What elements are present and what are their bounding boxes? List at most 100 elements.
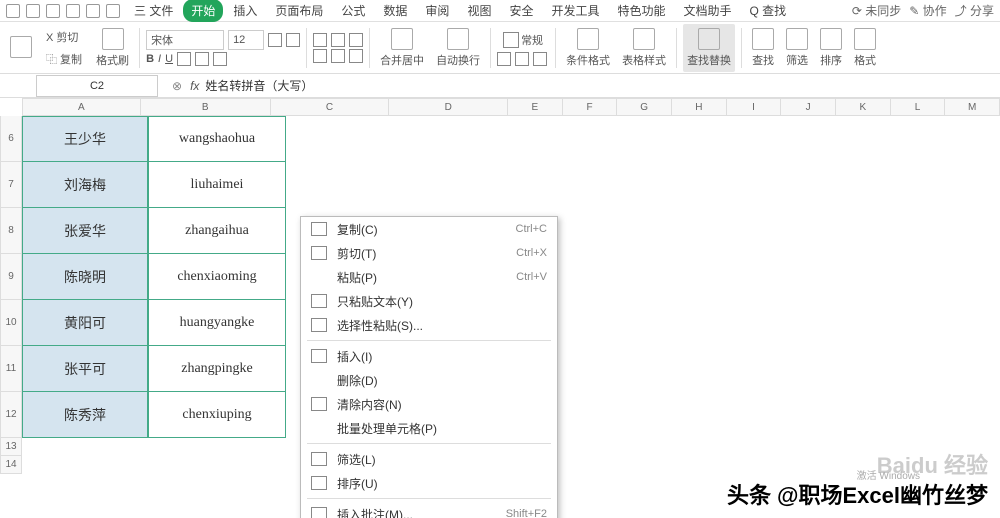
wrap-label[interactable]: 自动换行 (436, 52, 480, 68)
cell-pinyin[interactable]: zhangpingke (148, 346, 286, 392)
ctx-item[interactable]: 剪切(T)Ctrl+X (301, 241, 557, 265)
cell-pinyin[interactable]: chenxiaoming (148, 254, 286, 300)
bold-button[interactable]: B (146, 53, 154, 65)
percent-icon[interactable] (515, 52, 529, 66)
ctx-item[interactable]: 插入(I) (301, 344, 557, 368)
merge-icon[interactable] (391, 28, 413, 50)
row-header[interactable]: 10 (0, 300, 22, 346)
cut-button[interactable]: X 剪切 (40, 27, 88, 47)
filter-label[interactable]: 筛选 (786, 52, 808, 68)
align-bot-icon[interactable] (349, 33, 363, 47)
fx-icon[interactable]: fx (190, 79, 199, 93)
col-header[interactable]: I (727, 98, 782, 116)
menu-review[interactable]: 审阅 (417, 0, 457, 22)
col-header[interactable]: L (891, 98, 946, 116)
cell-name[interactable]: 张爱华 (22, 208, 148, 254)
numfmt-icon[interactable] (503, 32, 519, 48)
paste-icon[interactable] (10, 36, 32, 58)
qa-icon[interactable] (26, 4, 40, 18)
align-center-icon[interactable] (331, 49, 345, 63)
cell-name[interactable]: 张平可 (22, 346, 148, 392)
col-header[interactable]: C (271, 98, 390, 116)
ctx-item[interactable]: 粘贴(P)Ctrl+V (301, 265, 557, 289)
find-replace-icon[interactable] (698, 28, 720, 50)
ctx-item[interactable]: 筛选(L) (301, 447, 557, 471)
col-header[interactable]: K (836, 98, 891, 116)
italic-button[interactable]: I (158, 53, 161, 65)
data-cells[interactable]: 王少华wangshaohua刘海梅liuhaimei张爱华zhangaihua陈… (22, 116, 286, 438)
ctx-item[interactable]: 清除内容(N) (301, 392, 557, 416)
menu-dochelper[interactable]: 文档助手 (676, 0, 740, 22)
underline-button[interactable]: U (165, 53, 173, 65)
cell-pinyin[interactable]: liuhaimei (148, 162, 286, 208)
format-label[interactable]: 格式 (854, 52, 876, 68)
ctx-item[interactable]: 删除(D) (301, 368, 557, 392)
col-header[interactable]: D (389, 98, 508, 116)
row-header[interactable]: 9 (0, 254, 22, 300)
cell-name[interactable]: 陈晓明 (22, 254, 148, 300)
share-button[interactable]: ⤴ 分享 (955, 2, 994, 19)
col-header[interactable]: G (617, 98, 672, 116)
merge-label[interactable]: 合并居中 (380, 52, 424, 68)
comma-icon[interactable] (533, 52, 547, 66)
numfmt-label[interactable]: 常规 (521, 32, 543, 48)
name-box[interactable]: C2 (36, 75, 158, 97)
qa-icon[interactable] (6, 4, 20, 18)
table-style-icon[interactable] (633, 28, 655, 50)
menu-features[interactable]: 特色功能 (609, 0, 673, 22)
filter-icon[interactable] (786, 28, 808, 50)
cond-fmt-icon[interactable] (577, 28, 599, 50)
ctx-item[interactable]: 插入批注(M)...Shift+F2 (301, 502, 557, 518)
format-painter-icon[interactable] (102, 28, 124, 50)
row-header[interactable]: 7 (0, 162, 22, 208)
ctx-item[interactable]: 选择性粘贴(S)... (301, 313, 557, 337)
font-size-select[interactable]: 12 (228, 30, 264, 50)
row-header[interactable]: 13 (0, 438, 22, 456)
currency-icon[interactable] (497, 52, 511, 66)
col-header[interactable]: M (945, 98, 1000, 116)
menu-page-layout[interactable]: 页面布局 (267, 0, 331, 22)
menu-devtools[interactable]: 开发工具 (543, 0, 607, 22)
cell-name[interactable]: 刘海梅 (22, 162, 148, 208)
sum-icon[interactable] (752, 28, 774, 50)
qa-icon[interactable] (66, 4, 80, 18)
align-mid-icon[interactable] (331, 33, 345, 47)
row-header[interactable]: 14 (0, 456, 22, 474)
cell-pinyin[interactable]: chenxiuping (148, 392, 286, 438)
cell-name[interactable]: 黄阳可 (22, 300, 148, 346)
col-header[interactable]: B (141, 98, 271, 116)
align-left-icon[interactable] (313, 49, 327, 63)
sort-icon[interactable] (820, 28, 842, 50)
table-style-label[interactable]: 表格样式 (622, 52, 666, 68)
menu-view[interactable]: 视图 (459, 0, 499, 22)
row-header[interactable]: 8 (0, 208, 22, 254)
font-name-select[interactable]: 宋体 (146, 30, 224, 50)
font-color-icon[interactable] (213, 52, 227, 66)
menu-security[interactable]: 安全 (501, 0, 541, 22)
cell-pinyin[interactable]: huangyangke (148, 300, 286, 346)
cancel-fx-icon[interactable]: ⊗ (172, 79, 182, 93)
cell-name[interactable]: 王少华 (22, 116, 148, 162)
qa-icon[interactable] (86, 4, 100, 18)
menu-search[interactable]: Q 查找 (742, 0, 795, 22)
row-header[interactable]: 6 (0, 116, 22, 162)
fill-color-icon[interactable] (195, 52, 209, 66)
wrap-icon[interactable] (447, 28, 469, 50)
copy-button[interactable]: ⿻ 复制 (40, 49, 88, 69)
format-icon[interactable] (854, 28, 876, 50)
sort-label[interactable]: 排序 (820, 52, 842, 68)
menu-insert[interactable]: 插入 (225, 0, 265, 22)
sync-status[interactable]: ⟳ 未同步 (852, 2, 901, 19)
increase-font-icon[interactable] (268, 33, 282, 47)
ctx-item[interactable]: 排序(U) (301, 471, 557, 495)
row-header[interactable]: 11 (0, 346, 22, 392)
cell-pinyin[interactable]: wangshaohua (148, 116, 286, 162)
ctx-item[interactable]: 复制(C)Ctrl+C (301, 217, 557, 241)
menu-formula[interactable]: 公式 (333, 0, 373, 22)
col-header[interactable]: H (672, 98, 727, 116)
ctx-item[interactable]: 只粘贴文本(Y) (301, 289, 557, 313)
col-header[interactable]: F (563, 98, 618, 116)
spreadsheet-grid[interactable]: ABCDEFGHIJKLM 67891011121314 王少华wangshao… (0, 98, 1000, 518)
align-right-icon[interactable] (349, 49, 363, 63)
row-header[interactable]: 12 (0, 392, 22, 438)
